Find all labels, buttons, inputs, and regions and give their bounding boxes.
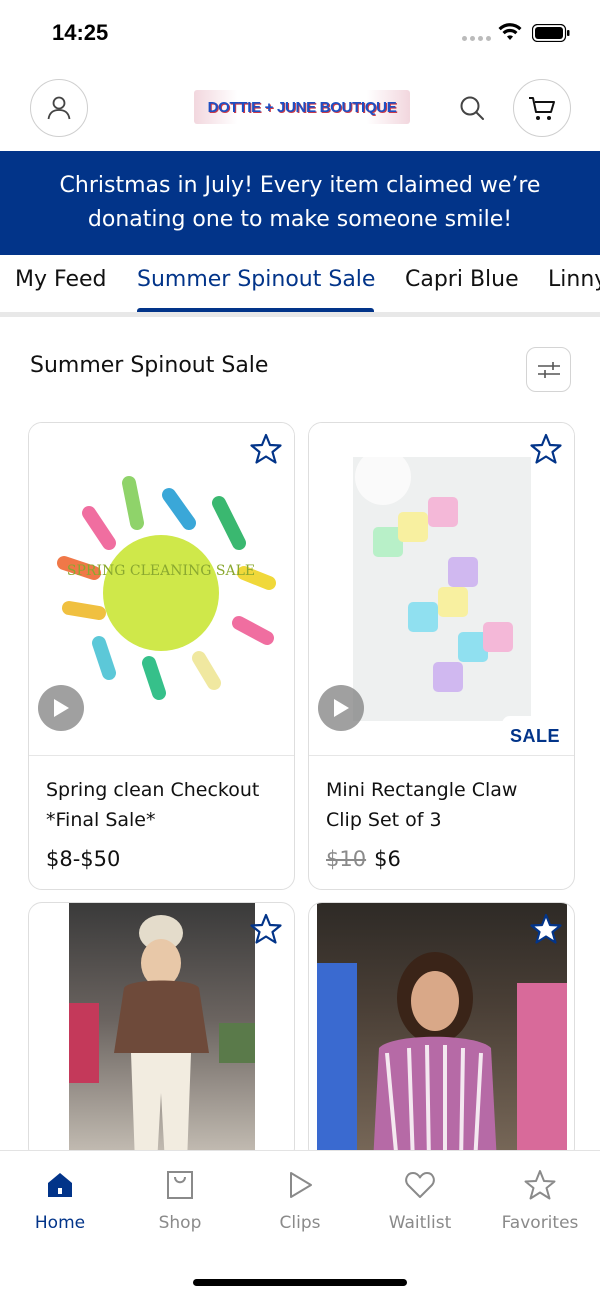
tab-my-feed[interactable]: My Feed [15, 267, 106, 292]
nav-waitlist[interactable]: Waitlist [370, 1169, 470, 1233]
search-button[interactable] [456, 92, 488, 124]
card-divider [29, 755, 294, 756]
status-bar: 14:25 [0, 0, 600, 66]
product-price: $8-$50 [46, 847, 120, 871]
signal-icon [462, 36, 491, 41]
search-icon [460, 96, 484, 120]
category-tabs: My Feed Summer Spinout Sale Capri Blue L… [0, 255, 600, 317]
product-card[interactable] [308, 902, 575, 1162]
star-icon [524, 1170, 556, 1200]
favorite-star-button[interactable] [250, 913, 282, 945]
section-title: Summer Spinout Sale [30, 353, 269, 378]
claw-clips-photo [353, 449, 531, 721]
product-price: $10 $6 [326, 847, 401, 871]
battery-icon [532, 24, 570, 42]
sale-badge: SALE [501, 716, 574, 755]
nav-clips[interactable]: Clips [250, 1169, 350, 1233]
product-image[interactable]: SALE [309, 423, 574, 755]
product-title[interactable]: Mini Rectangle Claw Clip Set of 3 [326, 775, 556, 835]
active-tab-indicator [137, 308, 374, 312]
product-image[interactable] [69, 903, 255, 1161]
play-icon [334, 699, 349, 717]
shopping-bag-icon [167, 1171, 193, 1199]
product-card[interactable]: SPRING CLEANING SALE Spring clean Checko… [28, 422, 295, 890]
banner-text: Christmas in July! Every item claimed we… [59, 173, 541, 232]
account-button[interactable] [30, 79, 88, 137]
video-play-button[interactable] [318, 685, 364, 731]
cart-icon [529, 97, 555, 120]
filter-button[interactable] [526, 347, 571, 392]
nav-label: Shop [158, 1213, 202, 1233]
cart-button[interactable] [513, 79, 571, 137]
product-card[interactable]: SALE Mini Rectangle Claw Clip Set of 3 $… [308, 422, 575, 890]
home-indicator [193, 1279, 407, 1286]
nav-home[interactable]: Home [10, 1169, 110, 1233]
promo-banner: Christmas in July! Every item claimed we… [0, 151, 600, 255]
wifi-icon [498, 23, 522, 40]
nav-label: Clips [279, 1213, 321, 1233]
user-icon [47, 96, 71, 120]
product-card[interactable] [28, 902, 295, 1162]
status-time: 14:25 [52, 20, 109, 45]
card-divider [309, 755, 574, 756]
nav-favorites[interactable]: Favorites [490, 1169, 590, 1233]
original-price: $10 [326, 847, 367, 871]
star-icon [530, 913, 562, 944]
tab-capri-blue[interactable]: Capri Blue [405, 267, 519, 292]
favorite-star-button[interactable] [530, 433, 562, 465]
tab-linny[interactable]: Linny [548, 267, 600, 292]
current-price: $6 [374, 847, 401, 871]
tab-summer-spinout-sale[interactable]: Summer Spinout Sale [137, 267, 375, 292]
star-icon [250, 433, 282, 464]
favorite-star-button[interactable] [530, 913, 562, 945]
star-icon [530, 433, 562, 464]
play-icon [290, 1172, 312, 1198]
bottom-navigation: Home Shop Clips Waitlist Favorites [0, 1150, 600, 1299]
nav-shop[interactable]: Shop [130, 1169, 230, 1233]
app-header: DOTTIE + JUNE BOUTIQUE [0, 66, 600, 152]
play-icon [54, 699, 69, 717]
current-price: $8-$50 [46, 847, 121, 871]
video-play-button[interactable] [38, 685, 84, 731]
nav-label: Favorites [501, 1213, 579, 1233]
logo-text: DOTTIE + JUNE BOUTIQUE [207, 98, 397, 116]
nav-label: Waitlist [388, 1213, 452, 1233]
store-logo[interactable]: DOTTIE + JUNE BOUTIQUE [194, 90, 410, 124]
star-icon [250, 913, 282, 944]
home-icon [48, 1173, 72, 1197]
product-image[interactable]: SPRING CLEANING SALE [29, 423, 294, 755]
nav-label: Home [34, 1213, 86, 1233]
image-text: SPRING CLEANING SALE [67, 563, 255, 579]
sliders-icon [537, 361, 560, 378]
favorite-star-button[interactable] [250, 433, 282, 465]
product-title[interactable]: Spring clean Checkout *Final Sale* [46, 775, 276, 835]
heart-icon [405, 1172, 435, 1198]
